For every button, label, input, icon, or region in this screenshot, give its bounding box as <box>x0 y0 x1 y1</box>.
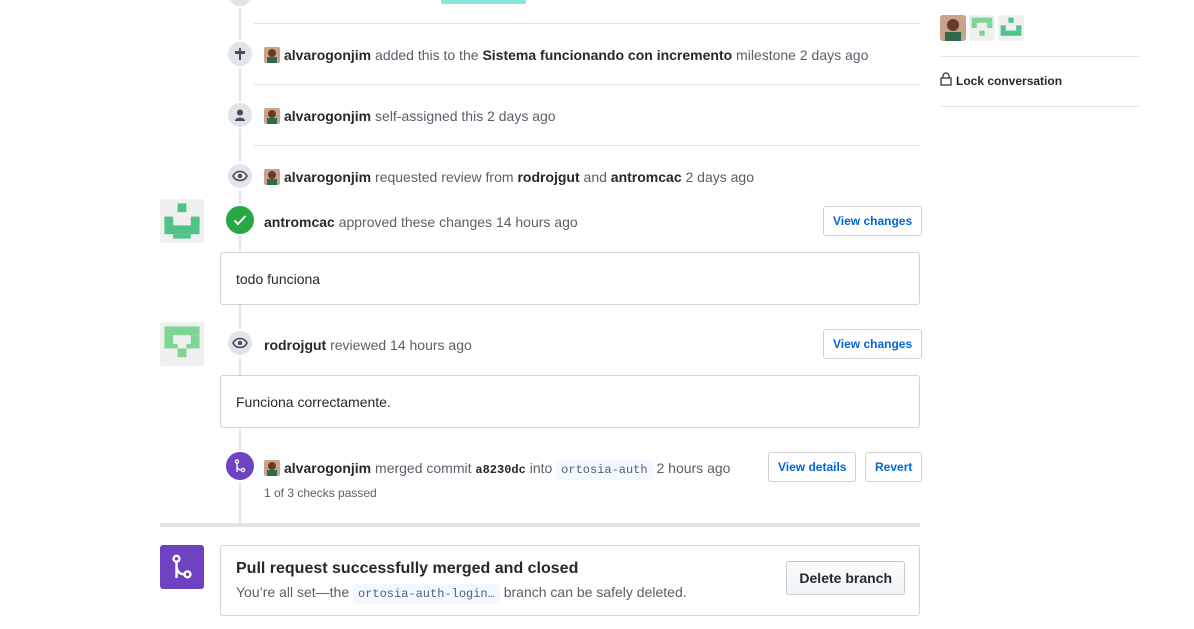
check-icon <box>224 204 256 236</box>
merge-sub-text: branch can be safely deleted. <box>503 584 687 600</box>
event-text: requested review from <box>375 169 514 185</box>
timestamp[interactable]: 14 hours ago <box>390 337 472 353</box>
timestamp[interactable]: 2 hours ago <box>656 460 730 476</box>
author-link[interactable]: alvarogonjim <box>284 108 371 124</box>
event-badge-partial <box>226 0 254 8</box>
merge-status-icon <box>160 545 204 589</box>
author-link[interactable]: alvarogonjim <box>284 460 371 476</box>
author-link[interactable]: alvarogonjim <box>284 169 371 185</box>
avatar <box>264 108 280 124</box>
event-text: approved these changes <box>338 214 493 230</box>
eye-icon <box>226 329 254 357</box>
event-separator <box>254 145 920 146</box>
avatar-antromcac[interactable] <box>160 199 204 243</box>
label-partial <box>441 0 526 4</box>
person-icon <box>226 101 254 129</box>
avatar-rodrojgut[interactable] <box>160 322 204 366</box>
avatar <box>264 47 280 63</box>
merge-status-panel: Pull request successfully merged and clo… <box>220 545 920 616</box>
milestone-event: alvarogonjim added this to the Sistema f… <box>264 47 868 63</box>
sidebar-separator <box>940 106 1140 107</box>
review-comment: todo funciona <box>220 252 920 305</box>
event-text: self-assigned this <box>375 108 484 124</box>
participant-avatar[interactable] <box>998 15 1024 41</box>
event-text: milestone <box>736 47 796 63</box>
timestamp[interactable]: 2 days ago <box>800 47 869 63</box>
assign-event: alvarogonjim self-assigned this 2 days a… <box>264 108 556 124</box>
author-link[interactable]: antromcac <box>264 214 335 230</box>
approved-event: antromcac approved these changes 14 hour… <box>264 214 578 230</box>
timestamp[interactable]: 2 days ago <box>487 108 556 124</box>
milestone-link[interactable]: Sistema funcionando con incremento <box>482 47 732 63</box>
participant-avatar[interactable] <box>969 15 995 41</box>
branch-name[interactable]: ortosia-auth-login… <box>353 584 500 604</box>
merge-sub-text: You’re all set—the <box>236 584 350 600</box>
view-details-button[interactable]: View details <box>768 452 857 482</box>
reviewer-link[interactable]: antromcac <box>611 169 682 185</box>
merged-event: alvarogonjim merged commit a8230dc into … <box>264 460 730 480</box>
sidebar-separator <box>940 56 1140 57</box>
eye-icon <box>226 162 254 190</box>
event-text: merged commit <box>375 460 472 476</box>
merge-status-subtitle: You’re all set—the ortosia-auth-login… b… <box>236 584 687 604</box>
timeline-end-divider <box>160 523 920 527</box>
lock-conversation-link[interactable]: Lock conversation <box>940 72 1062 89</box>
comment-body: todo funciona <box>236 270 321 287</box>
event-text: added this to the <box>375 47 479 63</box>
timestamp[interactable]: 2 days ago <box>686 169 755 185</box>
event-separator <box>254 23 920 24</box>
event-separator <box>254 84 920 85</box>
commit-sha-link[interactable]: a8230dc <box>475 463 525 477</box>
branch-name[interactable]: ortosia-auth <box>556 460 653 480</box>
merge-status-title: Pull request successfully merged and clo… <box>236 560 579 577</box>
comment-body: Funciona correctamente. <box>236 393 391 410</box>
participant-avatar[interactable] <box>940 15 966 41</box>
author-link[interactable]: rodrojgut <box>264 337 326 353</box>
view-changes-button[interactable]: View changes <box>823 206 923 236</box>
milestone-icon <box>226 40 254 68</box>
checks-status[interactable]: 1 of 3 checks passed <box>264 486 377 500</box>
merge-icon <box>224 450 256 482</box>
reviewer-link[interactable]: rodrojgut <box>517 169 579 185</box>
lock-label: Lock conversation <box>956 73 1063 88</box>
review-comment: Funciona correctamente. <box>220 375 920 428</box>
event-text: and <box>583 169 607 185</box>
reviewed-event: rodrojgut reviewed 14 hours ago <box>264 337 472 353</box>
avatar <box>264 169 280 185</box>
author-link[interactable]: alvarogonjim <box>284 47 371 63</box>
lock-icon <box>940 72 952 89</box>
event-text: into <box>529 460 553 476</box>
timestamp[interactable]: 14 hours ago <box>496 214 578 230</box>
revert-button[interactable]: Revert <box>865 452 923 482</box>
delete-branch-button[interactable]: Delete branch <box>786 561 905 595</box>
event-text: reviewed <box>330 337 387 353</box>
view-changes-button[interactable]: View changes <box>823 329 923 359</box>
avatar <box>264 460 280 476</box>
review-request-event: alvarogonjim requested review from rodro… <box>264 169 754 185</box>
